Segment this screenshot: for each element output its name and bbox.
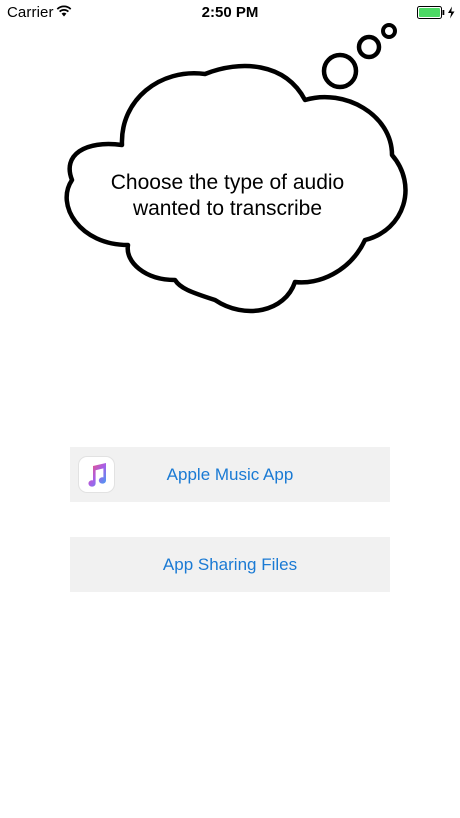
prompt-text: Choose the type of audio wanted to trans… xyxy=(80,170,375,222)
apple-music-app-label: Apple Music App xyxy=(166,465,294,484)
prompt-line-1: Choose the type of audio xyxy=(110,171,345,194)
bubble-dot-small xyxy=(381,23,397,39)
thought-bubble xyxy=(64,23,408,314)
apple-music-app-button[interactable]: Apple Music App xyxy=(70,447,390,502)
app-sharing-files-label: App Sharing Files xyxy=(162,555,298,574)
prompt-line-2: wanted to transcribe xyxy=(132,197,323,220)
app-sharing-files-button[interactable]: App Sharing Files xyxy=(70,537,390,592)
bubble-dot-large xyxy=(321,52,359,90)
bubble-dot-medium xyxy=(356,34,382,60)
